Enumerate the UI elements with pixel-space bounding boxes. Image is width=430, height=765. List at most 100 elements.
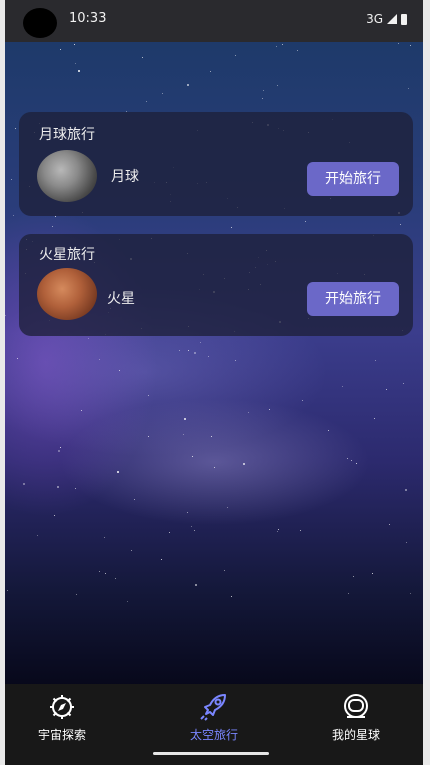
start-travel-button[interactable]: 开始旅行	[307, 162, 399, 196]
star	[300, 530, 302, 532]
star	[98, 358, 100, 360]
star	[54, 215, 56, 217]
star	[134, 499, 136, 501]
star	[60, 49, 62, 51]
star	[352, 576, 354, 578]
star	[116, 471, 119, 474]
star	[188, 349, 190, 351]
star	[275, 46, 277, 48]
star	[214, 466, 216, 468]
status-time: 10:33	[69, 11, 107, 26]
star	[409, 592, 411, 594]
star	[187, 84, 190, 87]
signal-icon	[387, 14, 397, 24]
star	[51, 225, 53, 227]
star	[404, 489, 407, 492]
star	[277, 84, 279, 86]
star	[268, 408, 270, 410]
phone-screen: 10:33 3G 月球旅行 月球 开始旅行 火星旅行 火星 开始旅行 宇宙探索	[5, 0, 423, 765]
star	[75, 593, 77, 595]
star	[372, 572, 374, 574]
astronaut-helmet-icon	[344, 694, 368, 718]
star	[301, 399, 303, 401]
star	[193, 530, 195, 532]
mars-image	[37, 268, 97, 320]
star	[191, 455, 193, 457]
star	[385, 388, 387, 390]
star	[243, 463, 246, 466]
star	[119, 369, 121, 371]
star	[126, 601, 128, 603]
star	[60, 447, 62, 449]
start-travel-button[interactable]: 开始旅行	[307, 282, 399, 316]
star	[208, 356, 210, 358]
star	[410, 44, 412, 46]
star	[147, 436, 149, 438]
star	[81, 410, 83, 412]
star	[5, 314, 7, 316]
tab-label: 我的星球	[331, 728, 380, 742]
star	[350, 460, 352, 462]
star	[10, 179, 12, 181]
star	[103, 537, 105, 539]
star	[74, 62, 76, 64]
moon-image	[37, 150, 97, 202]
planet-name: 火星	[107, 291, 135, 307]
star	[405, 542, 407, 544]
moon-travel-card: 月球旅行 月球 开始旅行	[19, 112, 413, 216]
star	[169, 531, 171, 533]
star	[147, 395, 149, 397]
star	[17, 357, 19, 359]
star	[296, 50, 298, 52]
star	[407, 88, 409, 90]
star	[209, 71, 211, 73]
star	[282, 43, 284, 45]
star	[348, 593, 350, 595]
star	[145, 100, 147, 102]
star	[278, 528, 280, 530]
star	[261, 97, 263, 99]
star	[77, 70, 80, 73]
tab-explore[interactable]: 宇宙探索	[17, 692, 107, 743]
star	[305, 221, 307, 223]
star	[194, 583, 197, 586]
star	[347, 458, 348, 460]
star	[247, 412, 249, 414]
star	[193, 351, 196, 354]
star	[12, 215, 14, 217]
rocket-icon	[200, 694, 226, 721]
star	[74, 43, 76, 45]
star	[200, 341, 202, 343]
star	[235, 359, 237, 361]
tab-label: 宇宙探索	[37, 728, 86, 742]
star	[400, 223, 402, 225]
star	[327, 430, 329, 432]
star	[231, 227, 233, 229]
star	[15, 128, 17, 130]
star	[131, 550, 133, 552]
card-title: 月球旅行	[39, 127, 95, 143]
mars-travel-card: 火星旅行 火星 开始旅行	[19, 234, 413, 336]
star	[57, 449, 60, 452]
star	[223, 570, 225, 572]
star	[230, 596, 232, 598]
star	[398, 43, 400, 45]
star	[75, 487, 77, 489]
star	[263, 90, 265, 92]
star	[22, 482, 25, 485]
tab-my-planet[interactable]: 我的星球	[311, 692, 401, 743]
card-title: 火星旅行	[39, 247, 95, 263]
battery-icon	[401, 13, 407, 25]
star	[184, 417, 187, 420]
camera-cutout	[23, 8, 57, 38]
star	[356, 462, 358, 464]
star	[54, 515, 56, 517]
star	[6, 589, 8, 591]
home-indicator[interactable]	[153, 752, 269, 755]
tab-space-travel[interactable]: 太空旅行	[169, 692, 259, 743]
star	[227, 507, 229, 509]
planet-name: 月球	[111, 169, 139, 185]
star	[56, 486, 59, 489]
star	[161, 558, 163, 560]
network-label: 3G	[366, 12, 383, 26]
